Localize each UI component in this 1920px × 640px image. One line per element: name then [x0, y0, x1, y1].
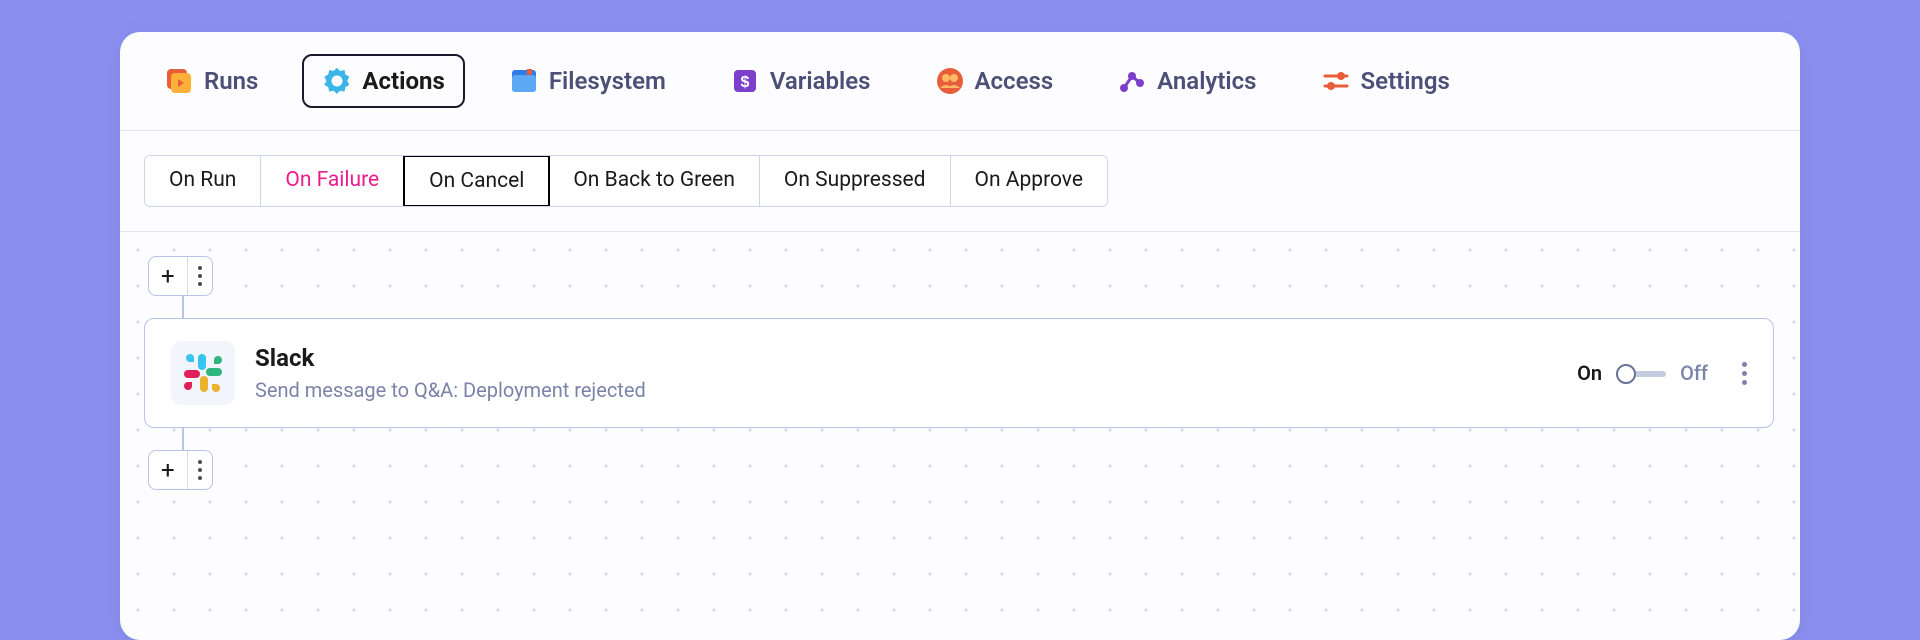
action-card-text: Slack Send message to Q&A: Deployment re…: [255, 344, 1557, 402]
tab-access-label: Access: [975, 67, 1054, 95]
subtab-on-back-to-green[interactable]: On Back to Green: [549, 156, 760, 206]
subtab-on-failure[interactable]: On Failure: [261, 156, 404, 206]
toggle-switch[interactable]: [1616, 363, 1666, 383]
vertical-dots-icon: [1742, 362, 1747, 385]
main-card: Runs Actions Filesystem: [120, 32, 1800, 640]
tab-analytics-label: Analytics: [1157, 67, 1256, 95]
dollar-icon: $: [730, 66, 760, 96]
vertical-dots-icon: [198, 460, 202, 480]
connector-line: [182, 296, 184, 318]
tab-settings[interactable]: Settings: [1301, 54, 1470, 108]
tab-actions[interactable]: Actions: [302, 54, 464, 108]
svg-text:$: $: [740, 74, 749, 91]
tab-filesystem[interactable]: Filesystem: [489, 54, 686, 108]
action-card-description: Send message to Q&A: Deployment rejected: [255, 378, 1557, 402]
tab-runs[interactable]: Runs: [144, 54, 278, 108]
tab-actions-label: Actions: [362, 67, 444, 95]
sub-tab-group: On Run On Failure On Cancel On Back to G…: [144, 155, 1108, 207]
action-card-menu-button[interactable]: [1742, 362, 1747, 385]
tab-variables-label: Variables: [770, 67, 871, 95]
add-node-plus-button[interactable]: +: [149, 451, 188, 489]
tab-analytics[interactable]: Analytics: [1097, 54, 1276, 108]
add-node-top: +: [148, 256, 213, 296]
top-tabs: Runs Actions Filesystem: [120, 32, 1800, 131]
tab-filesystem-label: Filesystem: [549, 67, 666, 95]
action-card-title: Slack: [255, 344, 1557, 372]
add-node-bottom: +: [148, 450, 213, 490]
tab-runs-label: Runs: [204, 67, 258, 95]
people-icon: [935, 66, 965, 96]
add-node-menu-button[interactable]: [188, 257, 212, 295]
folder-icon: [509, 66, 539, 96]
gear-badge-icon: [322, 66, 352, 96]
toggle-on-label: On: [1577, 361, 1602, 385]
subtab-on-approve[interactable]: On Approve: [951, 156, 1107, 206]
tab-variables[interactable]: $ Variables: [710, 54, 891, 108]
toggle-off-label: Off: [1680, 361, 1708, 385]
tab-access[interactable]: Access: [915, 54, 1074, 108]
slack-icon: [171, 341, 235, 405]
sliders-icon: [1321, 66, 1351, 96]
tab-settings-label: Settings: [1361, 67, 1450, 95]
subtab-on-suppressed[interactable]: On Suppressed: [760, 156, 951, 206]
subtab-on-run[interactable]: On Run: [145, 156, 261, 206]
play-icon: [164, 66, 194, 96]
action-card-slack[interactable]: Slack Send message to Q&A: Deployment re…: [144, 318, 1774, 428]
connector-line: [182, 428, 184, 450]
toggle-area: On Off: [1577, 361, 1708, 385]
sub-tabs: On Run On Failure On Cancel On Back to G…: [120, 131, 1800, 231]
subtab-on-cancel[interactable]: On Cancel: [403, 155, 550, 207]
analytics-icon: [1117, 66, 1147, 96]
add-node-plus-button[interactable]: +: [149, 257, 188, 295]
vertical-dots-icon: [198, 266, 202, 286]
workflow-canvas: +: [120, 231, 1800, 640]
add-node-menu-button[interactable]: [188, 451, 212, 489]
